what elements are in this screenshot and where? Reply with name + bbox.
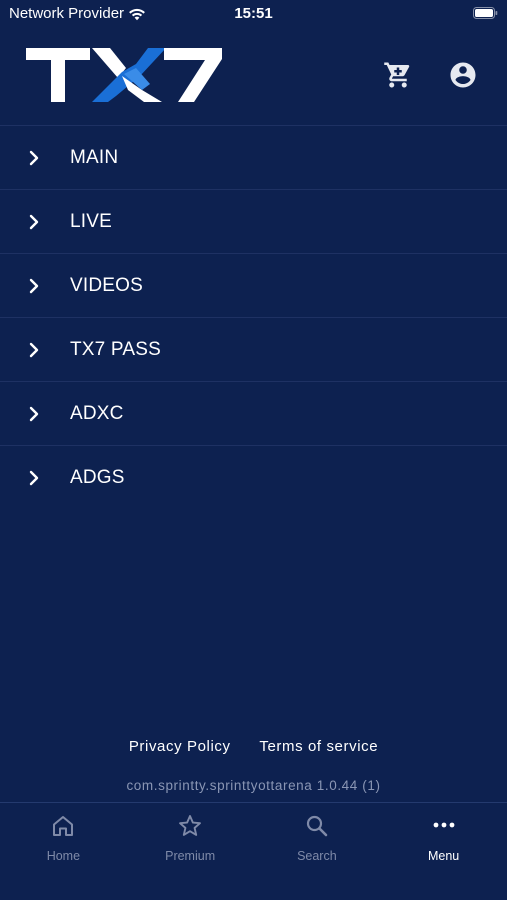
chevron-right-icon bbox=[29, 278, 39, 294]
chevron-right-icon bbox=[29, 342, 39, 358]
menu-item-videos[interactable]: VIDEOS bbox=[0, 254, 507, 318]
tab-bar: Home Premium Search Menu bbox=[0, 803, 507, 900]
menu-item-tx7-pass[interactable]: TX7 PASS bbox=[0, 318, 507, 382]
status-time: 15:51 bbox=[234, 5, 273, 22]
battery-icon bbox=[473, 7, 498, 19]
tab-premium[interactable]: Premium bbox=[127, 803, 254, 900]
app-screen: Network Provider 15:51 MAIN LIVE VIDEOS … bbox=[0, 0, 507, 900]
menu-item-label: MAIN bbox=[70, 146, 119, 168]
tab-label: Home bbox=[46, 849, 81, 863]
chevron-right-icon bbox=[29, 406, 39, 422]
tab-home[interactable]: Home bbox=[0, 803, 127, 900]
app-header bbox=[0, 28, 507, 125]
tab-label: Search bbox=[297, 849, 337, 863]
chevron-right-icon bbox=[29, 150, 39, 166]
status-bar: Network Provider 15:51 bbox=[0, 0, 507, 28]
search-icon bbox=[306, 815, 328, 837]
footer-links: Privacy Policy Terms of service bbox=[0, 738, 507, 755]
star-icon bbox=[179, 815, 202, 836]
tab-label: Premium bbox=[165, 849, 216, 863]
cart-icon[interactable] bbox=[383, 60, 413, 90]
menu-item-label: LIVE bbox=[70, 210, 112, 232]
privacy-policy-link[interactable]: Privacy Policy bbox=[129, 738, 231, 755]
menu-item-label: ADGS bbox=[70, 466, 125, 488]
menu-item-adgs[interactable]: ADGS bbox=[0, 446, 507, 509]
menu-item-main[interactable]: MAIN bbox=[0, 126, 507, 190]
terms-of-service-link[interactable]: Terms of service bbox=[259, 738, 378, 755]
menu-item-label: ADXC bbox=[70, 402, 124, 424]
tab-menu[interactable]: Menu bbox=[380, 803, 507, 900]
tab-search[interactable]: Search bbox=[254, 803, 381, 900]
menu-item-label: VIDEOS bbox=[70, 274, 143, 296]
app-version: com.sprintty.sprinttyottarena 1.0.44 (1) bbox=[126, 778, 381, 793]
more-horizontal-icon bbox=[433, 822, 455, 828]
chevron-right-icon bbox=[29, 214, 39, 230]
menu-item-adxc[interactable]: ADXC bbox=[0, 382, 507, 446]
menu-list: MAIN LIVE VIDEOS TX7 PASS ADXC ADGS bbox=[0, 126, 507, 509]
chevron-right-icon bbox=[29, 470, 39, 486]
tx7-logo[interactable] bbox=[24, 46, 224, 104]
account-circle-icon[interactable] bbox=[448, 60, 478, 90]
menu-item-live[interactable]: LIVE bbox=[0, 190, 507, 254]
menu-item-label: TX7 PASS bbox=[70, 338, 162, 360]
home-icon bbox=[53, 816, 74, 836]
tab-label: Menu bbox=[427, 849, 460, 863]
